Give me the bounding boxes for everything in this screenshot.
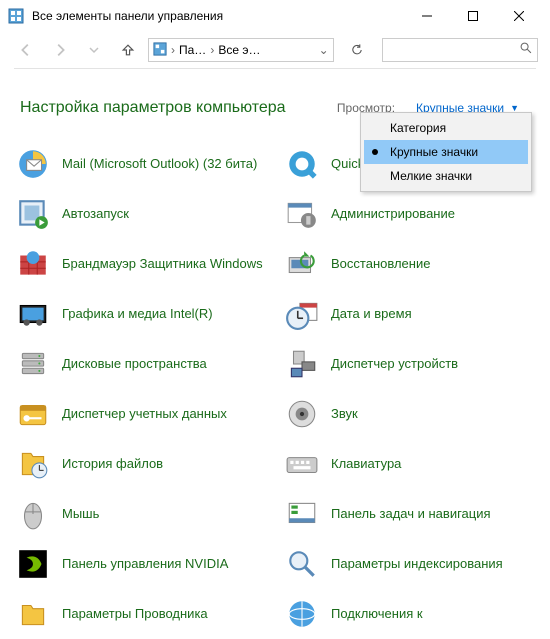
- cpl-item-storage-spaces[interactable]: Дисковые пространства: [6, 339, 275, 389]
- item-label: Mail (Microsoft Outlook) (32 бита): [62, 156, 257, 173]
- refresh-button[interactable]: [344, 38, 370, 62]
- search-icon: [519, 41, 533, 60]
- up-button[interactable]: [114, 36, 142, 64]
- window-title: Все элементы панели управления: [32, 9, 404, 23]
- maximize-button[interactable]: [450, 0, 496, 32]
- menu-item-large-icons[interactable]: Крупные значки: [364, 140, 528, 164]
- breadcrumb-item[interactable]: Па…: [179, 43, 206, 57]
- page-title: Настройка параметров компьютера: [20, 99, 327, 117]
- item-label: Брандмауэр Защитника Windows: [62, 256, 263, 273]
- cpl-item-recovery[interactable]: Восстановление: [275, 239, 544, 289]
- cpl-item-sound[interactable]: Звук: [275, 389, 544, 439]
- item-label: Звук: [331, 406, 358, 423]
- menu-item-category[interactable]: Категория: [364, 116, 528, 140]
- divider: [14, 68, 536, 69]
- chevron-right-icon: ›: [171, 43, 175, 57]
- cpl-item-credential-manager[interactable]: Диспетчер учетных данных: [6, 389, 275, 439]
- menu-item-label: Крупные значки: [390, 145, 478, 159]
- keyboard-icon: [285, 447, 319, 481]
- recent-dropdown[interactable]: [80, 36, 108, 64]
- cpl-item-admin-tools[interactable]: Администрирование: [275, 189, 544, 239]
- recovery-icon: [285, 247, 319, 281]
- item-label: Графика и медиа Intel(R): [62, 306, 213, 323]
- admin-tools-icon: [285, 197, 319, 231]
- address-bar: › Па… › Все э… ⌄: [0, 32, 550, 68]
- back-button[interactable]: [12, 36, 40, 64]
- forward-button[interactable]: [46, 36, 74, 64]
- item-label: Панель управления NVIDIA: [62, 556, 228, 573]
- quicktime-icon: [285, 147, 319, 181]
- cpl-item-file-history[interactable]: История файлов: [6, 439, 275, 489]
- item-label: Дисковые пространства: [62, 356, 207, 373]
- control-panel-icon: [8, 8, 24, 24]
- file-history-icon: [16, 447, 50, 481]
- device-manager-icon: [285, 347, 319, 381]
- radio-dot-icon: [372, 149, 378, 155]
- item-label: Параметры Проводника: [62, 606, 208, 623]
- item-label: Панель задач и навигация: [331, 506, 491, 523]
- taskbar-icon: [285, 497, 319, 531]
- cpl-item-indexing[interactable]: Параметры индексирования: [275, 539, 544, 589]
- item-label: Восстановление: [331, 256, 430, 273]
- item-label: Дата и время: [331, 306, 412, 323]
- cpl-item-firewall[interactable]: Брандмауэр Защитника Windows: [6, 239, 275, 289]
- item-label: История файлов: [62, 456, 163, 473]
- indexing-icon: [285, 547, 319, 581]
- chevron-right-icon: ›: [210, 43, 214, 57]
- menu-item-label: Мелкие значки: [390, 169, 472, 183]
- speaker-icon: [285, 397, 319, 431]
- cpl-item-keyboard[interactable]: Клавиатура: [275, 439, 544, 489]
- view-menu: Категория Крупные значки Мелкие значки: [360, 112, 532, 192]
- titlebar: Все элементы панели управления: [0, 0, 550, 32]
- clock-icon: [285, 297, 319, 331]
- chevron-down-icon[interactable]: ⌄: [319, 43, 329, 57]
- item-label: Автозапуск: [62, 206, 129, 223]
- search-input[interactable]: [382, 38, 538, 62]
- credentials-icon: [16, 397, 50, 431]
- menu-item-small-icons[interactable]: Мелкие значки: [364, 164, 528, 188]
- item-label: Подключения к: [331, 606, 423, 623]
- items-grid: Mail (Microsoft Outlook) (32 бита) Quick…: [0, 129, 550, 639]
- folder-options-icon: [16, 597, 50, 631]
- cpl-item-mouse[interactable]: Мышь: [6, 489, 275, 539]
- cpl-item-autorun[interactable]: Автозапуск: [6, 189, 275, 239]
- item-label: Параметры индексирования: [331, 556, 503, 573]
- close-button[interactable]: [496, 0, 542, 32]
- mail-icon: [16, 147, 50, 181]
- menu-item-label: Категория: [390, 121, 446, 135]
- disks-icon: [16, 347, 50, 381]
- connections-icon: [285, 597, 319, 631]
- item-label: Мышь: [62, 506, 99, 523]
- breadcrumb-bar[interactable]: › Па… › Все э… ⌄: [148, 38, 334, 62]
- item-label: Диспетчер устройств: [331, 356, 458, 373]
- cpl-item-mail[interactable]: Mail (Microsoft Outlook) (32 бита): [6, 139, 275, 189]
- cpl-item-taskbar[interactable]: Панель задач и навигация: [275, 489, 544, 539]
- nvidia-icon: [16, 547, 50, 581]
- autorun-icon: [16, 197, 50, 231]
- cpl-item-datetime[interactable]: Дата и время: [275, 289, 544, 339]
- intel-icon: [16, 297, 50, 331]
- firewall-icon: [16, 247, 50, 281]
- cpl-item-nvidia[interactable]: Панель управления NVIDIA: [6, 539, 275, 589]
- item-label: Администрирование: [331, 206, 455, 223]
- mouse-icon: [16, 497, 50, 531]
- cpl-item-device-manager[interactable]: Диспетчер устройств: [275, 339, 544, 389]
- control-panel-icon: [153, 42, 167, 59]
- item-label: Диспетчер учетных данных: [62, 406, 227, 423]
- minimize-button[interactable]: [404, 0, 450, 32]
- cpl-item-intel-graphics[interactable]: Графика и медиа Intel(R): [6, 289, 275, 339]
- item-label: Клавиатура: [331, 456, 401, 473]
- breadcrumb-item[interactable]: Все э…: [218, 43, 260, 57]
